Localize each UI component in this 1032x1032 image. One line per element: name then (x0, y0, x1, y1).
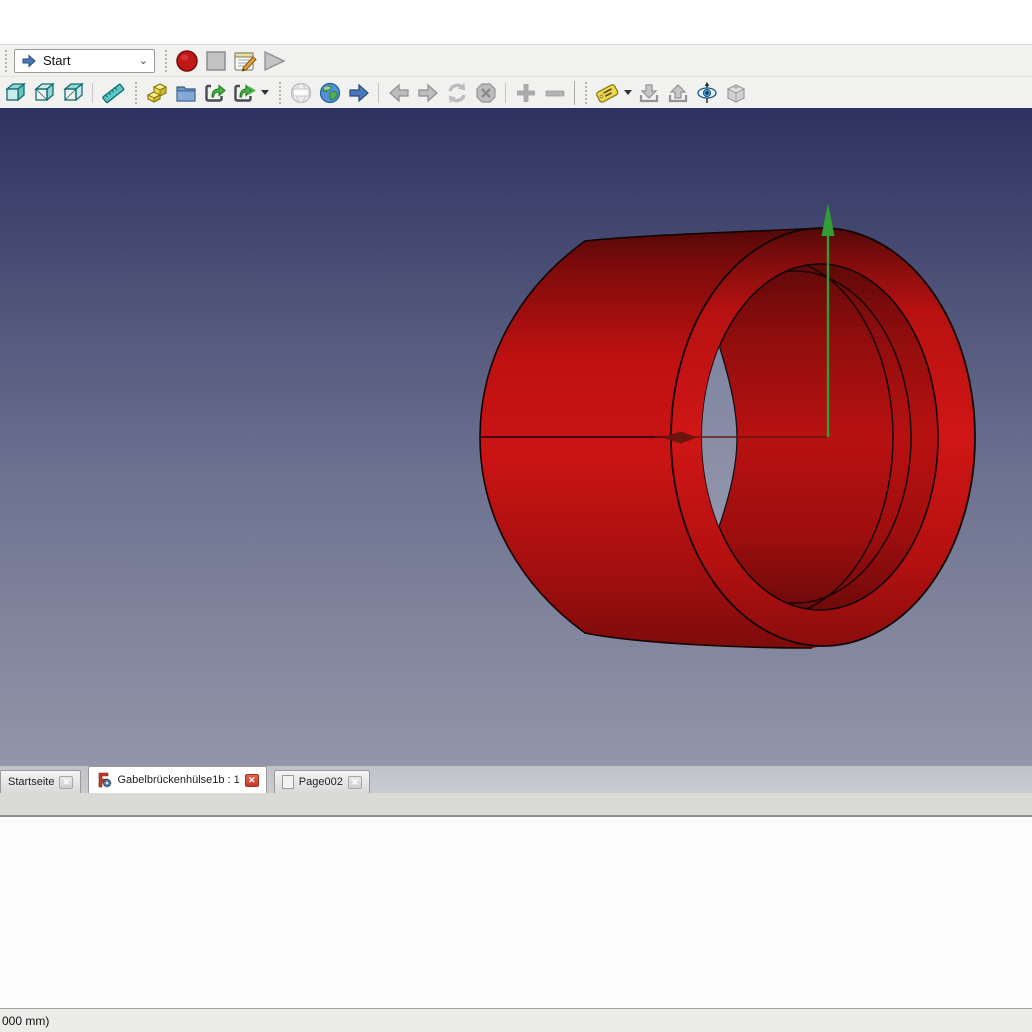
statusbar-dimension-text: 000 mm) (2, 1014, 49, 1028)
open-folder-icon (174, 81, 198, 105)
page-icon (282, 775, 294, 789)
back-button-disabled[interactable] (384, 79, 413, 107)
close-tab-icon[interactable]: ✕ (245, 774, 259, 787)
tab-gabelbrueckenhuelse[interactable]: Gabelbrückenhülse1b : 1 ✕ (88, 766, 266, 793)
tab-label: Gabelbrückenhülse1b : 1 (117, 774, 239, 786)
front-cube-icon (32, 81, 56, 105)
toolbar-separator (378, 83, 379, 103)
zoom-in-icon (514, 81, 538, 105)
webpage-button-disabled[interactable] (286, 79, 315, 107)
lower-panel (0, 817, 1032, 1008)
caret-down-icon (624, 90, 632, 96)
toolbar-drag-handle[interactable] (583, 82, 589, 104)
toolbar-drag-handle[interactable] (163, 50, 169, 72)
3d-viewport[interactable] (0, 108, 1032, 766)
close-tab-icon[interactable]: ✕ (59, 776, 73, 789)
toolbar-separator (92, 83, 93, 103)
record-macro-button[interactable] (172, 47, 201, 75)
tab-label: Page002 (299, 776, 343, 788)
zoom-out-icon (543, 81, 567, 105)
edit-macros-button[interactable] (230, 47, 259, 75)
export-button[interactable] (200, 79, 229, 107)
execute-macro-button[interactable] (259, 47, 288, 75)
stop-macro-button[interactable] (201, 47, 230, 75)
edit-macros-icon (232, 49, 258, 73)
caret-down-icon (261, 90, 269, 96)
tab-label: Startseite (8, 776, 54, 788)
front-view-button[interactable] (29, 79, 58, 107)
stop-octagon-icon (474, 81, 498, 105)
new-part-button[interactable] (142, 79, 171, 107)
axonometric-cube-icon (3, 81, 27, 105)
forward-arrow-icon (416, 81, 440, 105)
box-button-disabled[interactable] (721, 79, 750, 107)
chevron-down-icon: ⌄ (139, 54, 148, 67)
stop-macro-icon (204, 49, 228, 73)
webpage-disabled-icon (289, 81, 313, 105)
toolbar-separator (505, 83, 506, 103)
workbench-selector[interactable]: Start ⌄ (14, 49, 155, 73)
back-arrow-icon (387, 81, 411, 105)
toolbar-view-web (0, 76, 1032, 108)
refresh-button-disabled[interactable] (442, 79, 471, 107)
toolbar-drag-handle[interactable] (277, 82, 283, 104)
statusbar: 000 mm) (0, 1008, 1032, 1032)
toggle-visibility-button[interactable] (692, 79, 721, 107)
open-website-icon (318, 81, 342, 105)
export-icon (203, 81, 227, 105)
tag-dropdown[interactable] (621, 79, 634, 107)
go-button[interactable] (344, 79, 373, 107)
refresh-icon (445, 81, 469, 105)
open-website-button[interactable] (315, 79, 344, 107)
export-tray-button-disabled[interactable] (663, 79, 692, 107)
mdi-bottom-strip (0, 793, 1032, 817)
export-dropdown[interactable] (258, 79, 271, 107)
tag-button[interactable] (592, 79, 621, 107)
open-folder-button[interactable] (171, 79, 200, 107)
menubar-space (0, 0, 1032, 44)
visibility-eye-icon (694, 81, 720, 105)
import-button-disabled[interactable] (634, 79, 663, 107)
execute-macro-icon (261, 49, 287, 73)
export-tray-icon (666, 81, 690, 105)
toolbar-macro: Start ⌄ (0, 44, 1032, 76)
go-arrow-icon (347, 81, 371, 105)
stop-loading-button-disabled[interactable] (471, 79, 500, 107)
forward-button-disabled[interactable] (413, 79, 442, 107)
tab-startseite[interactable]: Startseite ✕ (0, 770, 81, 793)
side-view-button[interactable] (58, 79, 87, 107)
close-tab-icon[interactable]: ✕ (348, 776, 362, 789)
measure-distance-button[interactable] (98, 79, 127, 107)
export-multi-icon (232, 81, 256, 105)
workbench-selector-value: Start (43, 53, 133, 68)
tag-icon (595, 81, 619, 105)
workbench-arrow-icon (21, 54, 37, 68)
new-part-icon (145, 81, 169, 105)
toolbar-separator (574, 81, 575, 105)
zoom-in-button[interactable] (511, 79, 540, 107)
freecad-document-icon (96, 772, 112, 788)
document-tabbar: Startseite ✕ Gabelbrückenhülse1b : 1 ✕ P… (0, 766, 1032, 793)
model-gabelbrueckenhuelse (0, 108, 1032, 766)
tab-page002[interactable]: Page002 ✕ (274, 770, 370, 793)
import-tray-icon (637, 81, 661, 105)
zoom-out-button[interactable] (540, 79, 569, 107)
record-macro-icon (175, 49, 199, 73)
measure-ruler-icon (101, 81, 125, 105)
side-cube-icon (61, 81, 85, 105)
axonometric-view-button[interactable] (0, 79, 29, 107)
box-disabled-icon (724, 81, 748, 105)
freecad-window: Start ⌄ (0, 0, 1032, 1032)
export-multi-button[interactable] (229, 79, 258, 107)
toolbar-drag-handle[interactable] (133, 82, 139, 104)
toolbar-drag-handle[interactable] (3, 50, 9, 72)
